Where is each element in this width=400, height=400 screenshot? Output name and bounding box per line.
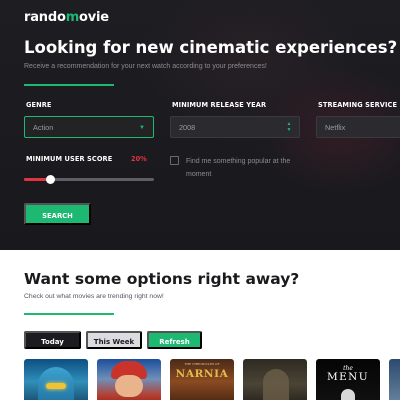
menu-poster[interactable]: the MENU (316, 359, 380, 400)
score-slider[interactable] (24, 175, 154, 184)
year-label: MINIMUM RELEASE YEAR (172, 101, 267, 109)
mario-poster[interactable] (97, 359, 161, 400)
search-button[interactable]: SEARCH (24, 203, 91, 225)
poster-art-detail (46, 383, 66, 389)
streaming-label: STREAMING SERVICE (318, 101, 398, 109)
poster-art (341, 389, 355, 400)
streaming-value: Netflix (325, 123, 346, 132)
narnia-poster[interactable]: THE CHRONICLES OF NARNIA (170, 359, 234, 400)
genre-select[interactable]: Action ▼ (24, 116, 154, 138)
hero-divider (24, 84, 114, 86)
genre-value: Action (33, 123, 54, 132)
tab-today[interactable]: Today (24, 331, 81, 349)
chevron-down-icon: ▼ (139, 125, 145, 131)
poster-subtitle: THE CHRONICLES OF (184, 362, 220, 366)
dark-poster[interactable] (243, 359, 307, 400)
hero-section: randomovie Looking for new cinematic exp… (0, 0, 400, 250)
logo-suffix: ovie (79, 10, 109, 25)
score-label: MINIMUM USER SCORE (26, 155, 113, 163)
trending-divider (24, 313, 114, 315)
logo-highlight: m (65, 10, 80, 25)
hero-title: Looking for new cinematic experiences? (24, 38, 398, 57)
popular-checkbox[interactable] (170, 156, 179, 165)
logo-prefix: rando (24, 10, 66, 25)
refresh-button[interactable]: Refresh (147, 331, 202, 349)
popular-label[interactable]: Find me something popular at the moment (186, 155, 296, 181)
year-value: 2008 (179, 123, 196, 132)
poster-art-detail (115, 375, 143, 397)
year-input[interactable]: 2008 ▲ ▼ (170, 116, 300, 138)
score-value: 20% (131, 155, 147, 163)
poster-title: NARNIA (175, 368, 229, 380)
tab-this-week[interactable]: This Week (86, 331, 142, 349)
trending-title: Want some options right away? (24, 270, 300, 288)
trending-subtitle: Check out what movies are trending right… (24, 293, 164, 300)
partial-poster[interactable] (389, 359, 400, 400)
genre-label: GENRE (26, 101, 52, 109)
avatar-poster[interactable] (24, 359, 88, 400)
hero-subtitle: Receive a recommendation for your next w… (24, 63, 267, 70)
poster-title: MENU (326, 371, 370, 383)
stepper-icon[interactable]: ▲ ▼ (286, 121, 292, 133)
poster-art (263, 369, 289, 400)
score-slider-thumb[interactable] (46, 175, 55, 184)
logo[interactable]: randomovie (24, 10, 109, 25)
streaming-select[interactable]: Netflix (316, 116, 400, 138)
